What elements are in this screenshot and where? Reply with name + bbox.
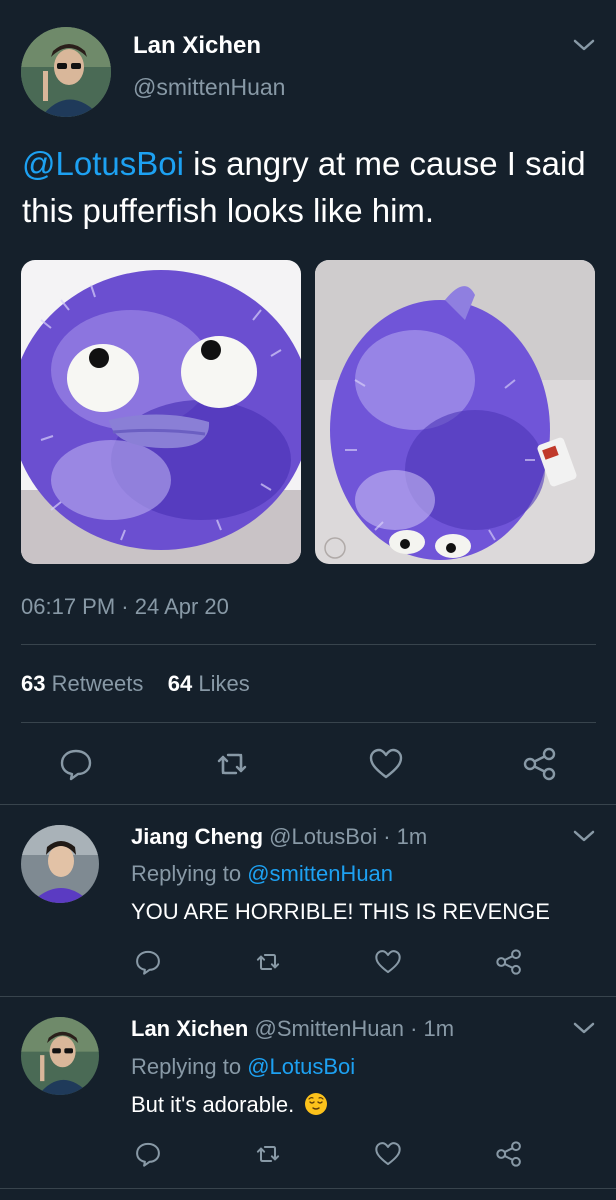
divider <box>21 722 596 723</box>
reply-tweet-2[interactable]: Lan Xichen @SmittenHuan · 1m Replying to… <box>0 997 616 1200</box>
reply-author-avatar[interactable] <box>21 825 99 903</box>
replying-to-prefix: Replying to <box>131 861 248 886</box>
retweets-label[interactable]: Retweets <box>52 671 144 696</box>
tweet-timestamp[interactable]: 06:17 PM · 24 Apr 20 <box>21 594 229 620</box>
reply-header: Jiang Cheng @LotusBoi · 1m <box>131 824 427 850</box>
tweet-separator <box>0 1188 616 1189</box>
tweet-stats: 63 Retweets 64 Likes <box>21 671 250 697</box>
retweet-icon[interactable] <box>254 948 282 976</box>
likes-count[interactable]: 64 <box>168 671 192 696</box>
replying-to: Replying to @smittenHuan <box>131 861 393 887</box>
share-icon[interactable] <box>522 746 558 782</box>
like-icon[interactable] <box>368 746 404 782</box>
media-image-1[interactable] <box>21 260 301 564</box>
reply-body: But it's adorable. <box>131 1092 301 1117</box>
author-handle[interactable]: @smittenHuan <box>133 74 285 101</box>
like-icon[interactable] <box>374 948 402 976</box>
replying-to-link[interactable]: @smittenHuan <box>247 861 393 886</box>
main-tweet: Lan Xichen @smittenHuan @LotusBoi is ang… <box>0 0 616 805</box>
purple-pufferfish-plush-photo <box>21 260 301 564</box>
like-icon[interactable] <box>374 1140 402 1168</box>
reply-icon[interactable] <box>134 948 162 976</box>
share-icon[interactable] <box>495 948 523 976</box>
retweet-icon[interactable] <box>214 746 250 782</box>
share-icon[interactable] <box>495 1140 523 1168</box>
replying-to-link[interactable]: @LotusBoi <box>247 1054 355 1079</box>
replying-to-prefix: Replying to <box>131 1054 248 1079</box>
reply-author-name[interactable]: Lan Xichen <box>131 1016 248 1041</box>
reply-author-name[interactable]: Jiang Cheng <box>131 824 263 849</box>
divider <box>21 644 596 645</box>
reply-text: YOU ARE HORRIBLE! THIS IS REVENGE <box>131 899 550 924</box>
chevron-down-icon[interactable] <box>571 827 597 845</box>
reply-icon[interactable] <box>134 1140 162 1168</box>
replying-to: Replying to @LotusBoi <box>131 1054 355 1080</box>
purple-pufferfish-plush-back-photo <box>315 260 595 564</box>
reply-text: But it's adorable. <box>131 1092 328 1118</box>
reply-time[interactable]: · 1m <box>377 824 427 849</box>
chevron-down-icon[interactable] <box>571 1019 597 1037</box>
tweet-text: @LotusBoi is angry at me cause I said th… <box>22 140 602 234</box>
reply-tweet-1[interactable]: Jiang Cheng @LotusBoi · 1m Replying to @… <box>0 805 616 995</box>
reply-header: Lan Xichen @SmittenHuan · 1m <box>131 1016 454 1042</box>
reply-author-handle[interactable]: @LotusBoi <box>269 824 377 849</box>
author-name[interactable]: Lan Xichen <box>133 32 261 60</box>
chevron-down-icon[interactable] <box>571 36 597 54</box>
author-avatar[interactable] <box>21 27 111 117</box>
reply-icon[interactable] <box>58 746 94 782</box>
retweet-icon[interactable] <box>254 1140 282 1168</box>
reply-author-handle[interactable]: @SmittenHuan <box>254 1016 404 1041</box>
reply-author-avatar[interactable] <box>21 1017 99 1095</box>
mention-link[interactable]: @LotusBoi <box>22 145 184 182</box>
likes-label[interactable]: Likes <box>198 671 249 696</box>
retweets-count[interactable]: 63 <box>21 671 45 696</box>
reply-time[interactable]: · 1m <box>404 1016 454 1041</box>
media-image-2[interactable] <box>315 260 595 564</box>
relieved-face-emoji <box>305 1093 328 1115</box>
